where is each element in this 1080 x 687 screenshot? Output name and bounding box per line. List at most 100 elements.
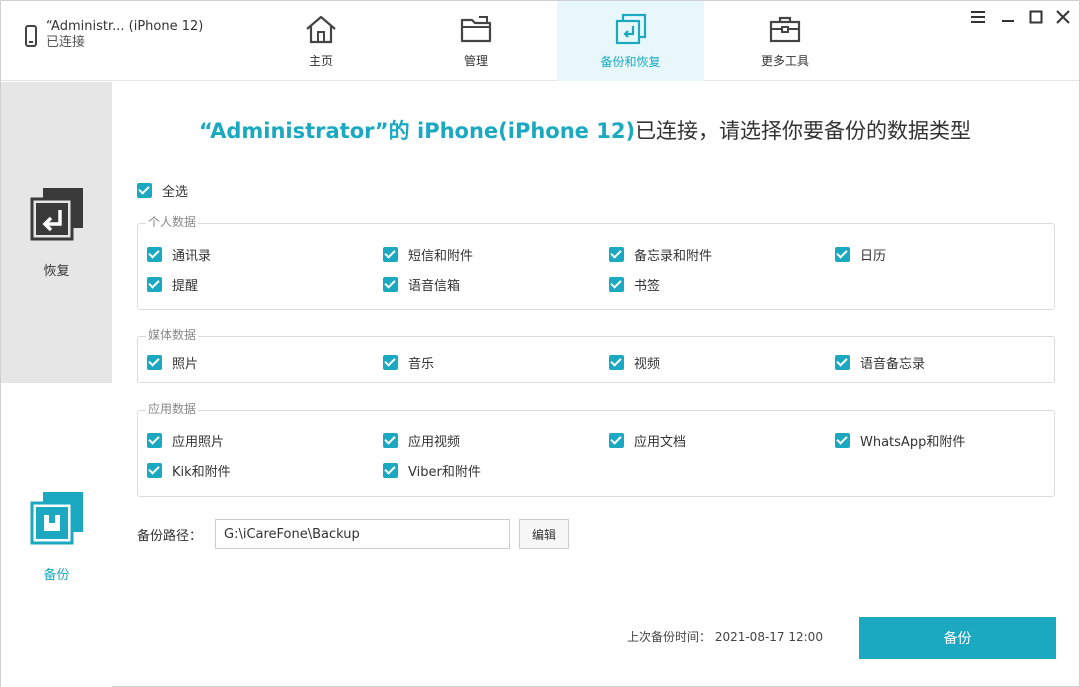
checkbox-reminders[interactable]: 提醒: [147, 275, 198, 294]
checkbox-checked-icon: [835, 247, 850, 262]
checkbox-videos[interactable]: 视频: [609, 353, 660, 372]
checkbox-label: WhatsApp和附件: [860, 435, 966, 450]
checkbox-label: 视频: [634, 357, 661, 372]
checkbox-checked-icon: [147, 433, 162, 448]
tab-more-tools-label: 更多工具: [760, 53, 809, 68]
tab-backup-restore-label: 备份和恢复: [600, 54, 661, 69]
checkbox-label: 语音备忘录: [860, 357, 926, 372]
checkbox-label: 音乐: [408, 357, 435, 372]
tab-more-tools[interactable]: 更多工具: [725, 1, 845, 81]
checkbox-app-videos[interactable]: 应用视频: [383, 431, 460, 450]
backup-restore-icon: [615, 13, 646, 44]
menu-button[interactable]: [967, 7, 989, 27]
checkbox-label: 通讯录: [172, 249, 212, 264]
sidebar-item-restore[interactable]: 恢复: [1, 82, 112, 383]
checkbox-app-photos[interactable]: 应用照片: [147, 431, 224, 450]
checkbox-checked-icon: [609, 433, 624, 448]
checkbox-kik[interactable]: Kik和附件: [147, 461, 231, 480]
checkbox-checked-icon: [383, 463, 398, 478]
checkbox-label: 照片: [172, 357, 199, 372]
sidebar-item-restore-label: 恢复: [43, 264, 70, 279]
page-title: “Administrator”的 iPhone(iPhone 12)已连接，请选…: [199, 115, 1019, 145]
top-bar: “Administr... (iPhone 12) 已连接 主页 管理 备份和恢…: [1, 1, 1079, 81]
home-icon: [306, 15, 336, 43]
maximize-icon: [1029, 10, 1043, 24]
checkbox-label: 应用视频: [408, 435, 461, 450]
group-app-title: 应用数据: [146, 400, 199, 417]
tab-backup-restore[interactable]: 备份和恢复: [557, 1, 704, 81]
restore-icon: [30, 188, 83, 241]
sidebar-item-backup-label: 备份: [43, 568, 70, 583]
tab-manage[interactable]: 管理: [416, 1, 536, 81]
checkbox-voicemail[interactable]: 语音信箱: [383, 275, 460, 294]
checkbox-app-documents[interactable]: 应用文档: [609, 431, 686, 450]
hamburger-icon: [971, 11, 985, 23]
checkbox-label: 短信和附件: [408, 249, 474, 264]
checkbox-music[interactable]: 音乐: [383, 353, 434, 372]
maximize-button[interactable]: [1025, 7, 1047, 27]
checkbox-photos[interactable]: 照片: [147, 353, 198, 372]
page-title-device: “Administrator”的 iPhone(iPhone 12): [199, 119, 636, 143]
select-all-checkbox[interactable]: 全选: [137, 181, 188, 200]
group-personal-data: [137, 223, 1055, 310]
app-window: “Administr... (iPhone 12) 已连接 主页 管理 备份和恢…: [0, 0, 1080, 687]
close-button[interactable]: [1052, 7, 1074, 27]
checkbox-voice-memos[interactable]: 语音备忘录: [835, 353, 925, 372]
checkbox-label: 日历: [860, 249, 887, 264]
checkbox-checked-icon: [383, 247, 398, 262]
last-backup-time: 上次备份时间： 2021-08-17 12:00: [627, 630, 823, 644]
checkbox-label: 应用文档: [634, 435, 687, 450]
checkbox-checked-icon: [835, 355, 850, 370]
device-name: “Administr... (iPhone 12): [46, 19, 204, 34]
checkbox-checked-icon: [835, 433, 850, 448]
checkbox-checked-icon: [383, 277, 398, 292]
group-personal-title: 个人数据: [146, 213, 199, 230]
checkbox-checked-icon: [609, 355, 624, 370]
checkbox-contacts[interactable]: 通讯录: [147, 245, 211, 264]
minimize-button[interactable]: [997, 7, 1019, 27]
checkbox-checked-icon: [137, 183, 152, 198]
checkbox-label: 提醒: [172, 279, 199, 294]
phone-icon: [25, 25, 37, 47]
checkbox-label: 应用照片: [172, 435, 225, 450]
tab-home[interactable]: 主页: [261, 1, 381, 81]
checkbox-checked-icon: [609, 277, 624, 292]
group-media-title: 媒体数据: [146, 326, 199, 343]
backup-path-input[interactable]: [215, 519, 510, 549]
checkbox-checked-icon: [147, 247, 162, 262]
checkbox-checked-icon: [147, 355, 162, 370]
checkbox-label: 备忘录和附件: [634, 249, 713, 264]
device-info: “Administr... (iPhone 12) 已连接: [25, 19, 203, 51]
sidebar-item-backup[interactable]: 备份: [1, 484, 112, 594]
checkbox-calendar[interactable]: 日历: [835, 245, 886, 264]
close-icon: [1056, 10, 1070, 24]
checkbox-checked-icon: [147, 463, 162, 478]
checkbox-checked-icon: [147, 277, 162, 292]
checkbox-label: 书签: [634, 279, 661, 294]
checkbox-bookmarks[interactable]: 书签: [609, 275, 660, 294]
backup-path-label: 备份路径：: [137, 529, 203, 544]
checkbox-messages[interactable]: 短信和附件: [383, 245, 473, 264]
toolbox-icon: [769, 16, 801, 42]
group-app-data: [137, 410, 1055, 497]
tab-manage-label: 管理: [463, 53, 488, 68]
checkbox-label: 语音信箱: [408, 279, 461, 294]
checkbox-notes[interactable]: 备忘录和附件: [609, 245, 712, 264]
checkbox-checked-icon: [383, 433, 398, 448]
checkbox-checked-icon: [609, 247, 624, 262]
checkbox-whatsapp[interactable]: WhatsApp和附件: [835, 431, 965, 450]
checkbox-checked-icon: [383, 355, 398, 370]
tab-home-label: 主页: [308, 53, 333, 68]
backup-icon: [30, 492, 83, 545]
sidebar: 恢复 备份: [1, 82, 112, 687]
folder-icon: [460, 15, 492, 42]
backup-button[interactable]: 备份: [859, 617, 1056, 659]
checkbox-label: Viber和附件: [408, 465, 481, 480]
select-all-label: 全选: [162, 185, 189, 200]
checkbox-label: Kik和附件: [172, 465, 231, 480]
checkbox-viber[interactable]: Viber和附件: [383, 461, 481, 480]
device-status: 已连接: [46, 35, 86, 50]
minimize-icon: [1002, 20, 1014, 22]
page-title-text: 已连接，请选择你要备份的数据类型: [635, 119, 972, 143]
edit-path-button[interactable]: 编辑: [519, 519, 569, 549]
